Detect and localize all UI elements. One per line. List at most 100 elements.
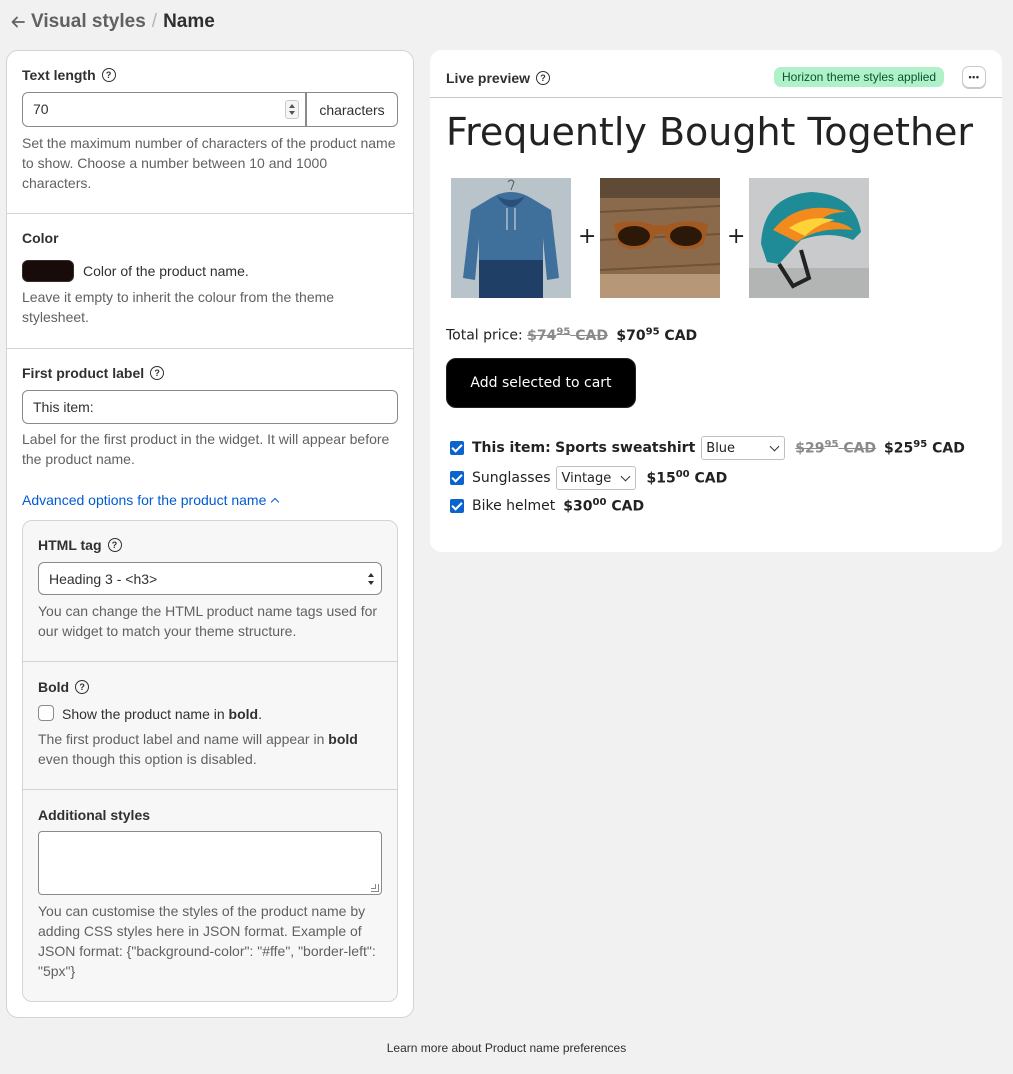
- total-new-int: $70: [616, 327, 646, 344]
- preview-title: Live preview: [446, 70, 531, 86]
- product-name: Sports sweatshirt: [555, 440, 696, 456]
- breadcrumb-separator: /: [151, 11, 158, 32]
- product-row-sunglasses: Sunglasses Vintage $1500 CAD: [450, 466, 727, 490]
- product-checkbox[interactable]: [450, 499, 464, 513]
- html-tag-label-wrap: HTML tag ?: [38, 537, 122, 553]
- old-price-int: $29: [795, 440, 825, 457]
- chevron-down-icon: [621, 471, 631, 482]
- page-title: Name: [163, 11, 215, 32]
- text-length-label: Text length: [22, 67, 96, 83]
- product-image-sweatshirt[interactable]: [451, 178, 571, 298]
- help-icon[interactable]: ?: [536, 71, 551, 85]
- new-price: $2595 CAD: [884, 439, 965, 457]
- bold-checkbox-label[interactable]: Show the product name in bold.: [62, 706, 262, 722]
- text-length-section: Text length ? 70 characters Set the maxi…: [7, 51, 413, 214]
- product-name: Bike helmet: [472, 498, 556, 514]
- additional-styles-textarea[interactable]: [38, 831, 382, 895]
- color-label: Color: [22, 230, 59, 246]
- more-actions-button[interactable]: •••: [962, 66, 986, 88]
- new-price-cur: CAD: [932, 440, 965, 457]
- bold-hint-pre: The first product label and name will ap…: [38, 731, 325, 747]
- text-length-unit: characters: [306, 92, 398, 127]
- variant-select[interactable]: Vintage: [556, 466, 637, 490]
- bold-section: Bold ? Show the product name in bold. Th…: [23, 662, 397, 790]
- advanced-options-label: Advanced options for the product name: [22, 492, 267, 508]
- text-length-value: 70: [33, 101, 49, 117]
- product-row-sweatshirt: This item: Sports sweatshirt Blue $2995 …: [450, 436, 965, 460]
- bold-hint-post: even though this option is disabled.: [38, 751, 257, 767]
- bold-checkbox-text: Show the product name in: [62, 706, 225, 722]
- total-old-int: $74: [527, 327, 557, 344]
- additional-styles-label: Additional styles: [38, 807, 151, 823]
- html-tag-section: HTML tag ? Heading 3 - <h3> You can chan…: [23, 521, 397, 662]
- new-price: $1500 CAD: [646, 469, 727, 487]
- product-checkbox[interactable]: [450, 471, 464, 485]
- new-price-cur: CAD: [694, 470, 728, 487]
- first-label-hint: Label for the first product in the widge…: [22, 431, 390, 467]
- ellipsis-icon: •••: [968, 72, 980, 82]
- total-old-price: $7495 CAD: [527, 326, 608, 344]
- bold-checkbox[interactable]: [38, 705, 54, 721]
- total-old-dec: 95: [556, 326, 571, 337]
- live-preview-card: Live preview ? Horizon theme styles appl…: [430, 50, 1002, 552]
- bold-label: Bold: [38, 679, 70, 695]
- resize-grip-icon[interactable]: [371, 884, 379, 892]
- select-arrows-icon: [368, 573, 374, 585]
- advanced-options-panel: HTML tag ? Heading 3 - <h3> You can chan…: [22, 520, 398, 1002]
- product-name: Sunglasses: [472, 470, 551, 486]
- product-image-sunglasses[interactable]: [600, 178, 720, 298]
- footer-help-link: Learn more about Product name preference…: [0, 1041, 1013, 1055]
- plus-sign: +: [578, 224, 597, 249]
- variant-value: Vintage: [561, 470, 612, 486]
- help-icon[interactable]: ?: [150, 366, 165, 380]
- total-new-cur: CAD: [664, 327, 698, 344]
- stepper-arrows-icon[interactable]: [285, 100, 299, 119]
- widget-heading: Frequently Bought Together: [446, 110, 974, 154]
- help-icon[interactable]: ?: [101, 68, 116, 82]
- settings-card: Text length ? 70 characters Set the maxi…: [6, 50, 414, 1018]
- text-length-input[interactable]: 70: [22, 92, 306, 127]
- new-price-int: $25: [884, 440, 914, 457]
- additional-styles-hint: You can customise the styles of the prod…: [38, 903, 376, 979]
- help-icon[interactable]: ?: [75, 680, 90, 694]
- total-label: Total price:: [446, 327, 523, 344]
- color-swatch-label: Color of the product name.: [83, 263, 249, 279]
- breadcrumb: Visual styles / Name: [8, 10, 215, 34]
- color-section: Color Color of the product name. Leave i…: [7, 214, 413, 349]
- new-price-int: $15: [646, 470, 676, 487]
- product-checkbox[interactable]: [450, 441, 464, 455]
- new-price-dec: 95: [913, 439, 928, 451]
- html-tag-select[interactable]: Heading 3 - <h3>: [38, 562, 382, 595]
- product-row-helmet: Bike helmet $3000 CAD: [450, 494, 644, 518]
- old-price: $2995 CAD: [795, 439, 876, 457]
- preview-header: Live preview ? Horizon theme styles appl…: [430, 50, 1002, 98]
- bold-hint-bold-word: bold: [328, 731, 358, 747]
- html-tag-hint: You can change the HTML product name tag…: [38, 603, 378, 639]
- plus-sign: +: [727, 224, 746, 249]
- chevron-down-icon: [769, 441, 780, 452]
- product-image-helmet[interactable]: [749, 178, 869, 298]
- preview-title-wrap: Live preview ?: [446, 70, 551, 86]
- first-item-prefix: This item:: [472, 440, 551, 456]
- color-swatch[interactable]: [22, 260, 74, 282]
- text-length-hint: Set the maximum number of characters of …: [22, 135, 396, 191]
- add-to-cart-button[interactable]: Add selected to cart: [446, 358, 636, 408]
- advanced-options-toggle[interactable]: Advanced options for the product name: [22, 492, 280, 508]
- chevron-up-icon: [271, 497, 280, 507]
- bold-checkbox-bold-word: bold: [228, 706, 259, 722]
- help-icon[interactable]: ?: [107, 538, 122, 552]
- theme-status-badge: Horizon theme styles applied: [774, 67, 945, 87]
- learn-more-link[interactable]: Learn more about Product name preference…: [387, 1041, 626, 1055]
- bold-label-wrap: Bold ?: [38, 679, 90, 695]
- total-old-cur: CAD: [575, 327, 608, 344]
- back-arrow-icon[interactable]: [8, 12, 28, 32]
- new-price: $3000 CAD: [563, 497, 644, 515]
- bold-hint: The first product label and name will ap…: [38, 729, 384, 769]
- breadcrumb-parent[interactable]: Visual styles: [31, 11, 146, 33]
- old-price-cur: CAD: [843, 440, 877, 457]
- variant-select[interactable]: Blue: [701, 436, 786, 460]
- first-label-input[interactable]: This item:: [22, 390, 398, 424]
- total-new-price: $7095 CAD: [616, 326, 698, 344]
- color-hint: Leave it empty to inherit the colour fro…: [22, 289, 335, 325]
- old-price-dec: 95: [824, 439, 839, 451]
